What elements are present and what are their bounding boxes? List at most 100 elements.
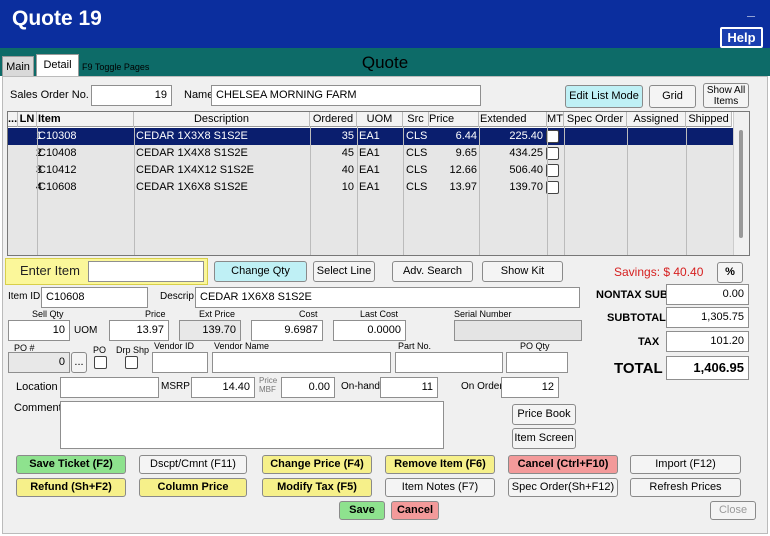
- cell-uom: EA1: [359, 147, 380, 159]
- col-header-spec-order[interactable]: Spec Order: [564, 112, 627, 127]
- cancel-ctrl-f10-button[interactable]: Cancel (Ctrl+F10): [508, 455, 618, 474]
- edit-list-mode-button[interactable]: Edit List Mode: [565, 85, 643, 108]
- grid-button[interactable]: Grid: [649, 85, 696, 108]
- comment-label: Comment: [14, 402, 62, 414]
- sell-qty-input[interactable]: 10: [8, 320, 70, 341]
- total-field: 1,406.95: [666, 356, 749, 380]
- minimize-button[interactable]: _: [744, 3, 758, 17]
- cell-ordered: 45: [341, 147, 354, 159]
- adv-search-button[interactable]: Adv. Search: [392, 261, 473, 282]
- table-row[interactable]: 4 C10608 CEDAR 1X6X8 S1S2E 10 EA1 CLS 13…: [8, 179, 733, 196]
- col-header-extended[interactable]: Extended: [479, 112, 547, 127]
- item-screen-button[interactable]: Item Screen: [512, 428, 576, 449]
- comment-textarea[interactable]: [60, 401, 444, 449]
- po-checkbox[interactable]: [94, 356, 107, 369]
- po-lookup-button[interactable]: ...: [71, 352, 87, 373]
- grid-divider: [37, 127, 38, 255]
- window-title: Quote 19: [12, 7, 102, 30]
- table-row[interactable]: 1 C10308 CEDAR 1X3X8 S1S2E 35 EA1 CLS 6.…: [8, 128, 733, 145]
- savings-amount: Savings: $ 40.40: [614, 265, 704, 279]
- refund-button[interactable]: Refund (Sh+F2): [16, 478, 126, 497]
- cancel-button[interactable]: Cancel: [391, 501, 439, 520]
- col-header-item[interactable]: Item: [37, 112, 134, 127]
- col-header-description[interactable]: Description: [134, 112, 310, 127]
- serial-number-field: [454, 320, 582, 341]
- grid-divider: [357, 127, 358, 255]
- show-kit-button[interactable]: Show Kit: [482, 261, 563, 282]
- tab-detail[interactable]: Detail: [36, 54, 79, 76]
- help-button[interactable]: Help: [720, 27, 763, 48]
- vendor-id-input[interactable]: [152, 352, 208, 373]
- customer-name-input[interactable]: CHELSEA MORNING FARM: [211, 85, 481, 106]
- col-header-src[interactable]: Src: [403, 112, 429, 127]
- col-header-ln[interactable]: LN: [18, 112, 37, 127]
- col-header-assigned[interactable]: Assigned: [627, 112, 686, 127]
- cell-price: 12.66: [449, 164, 477, 176]
- tab-main[interactable]: Main: [2, 56, 34, 76]
- refresh-prices-button[interactable]: Refresh Prices: [630, 478, 741, 497]
- grid-empty-area: [8, 196, 733, 255]
- sales-order-input[interactable]: 19: [91, 85, 172, 106]
- msrp-input[interactable]: 14.40: [191, 377, 255, 398]
- location-input[interactable]: [60, 377, 159, 398]
- remove-item-button[interactable]: Remove Item (F6): [385, 455, 495, 474]
- item-id-input[interactable]: C10608: [41, 287, 148, 308]
- grid-divider: [479, 127, 480, 255]
- vendor-name-input[interactable]: [212, 352, 391, 373]
- col-header-ordered[interactable]: Ordered: [310, 112, 357, 127]
- vendor-id-label: Vendor ID: [154, 341, 195, 351]
- modify-tax-button[interactable]: Modify Tax (F5): [262, 478, 372, 497]
- grid-divider: [627, 127, 628, 255]
- col-header-mt[interactable]: MT: [547, 112, 564, 127]
- dscpt-cmnt-button[interactable]: Dscpt/Cmnt (F11): [139, 455, 247, 474]
- descrip-label: Descrip: [160, 291, 194, 302]
- table-row[interactable]: 3 C10412 CEDAR 1X4X12 S1S2E 40 EA1 CLS 1…: [8, 162, 733, 179]
- change-qty-button[interactable]: Change Qty: [214, 261, 307, 282]
- cell-src: CLS: [406, 147, 428, 159]
- cell-uom: EA1: [359, 164, 380, 176]
- drop-ship-checkbox[interactable]: [125, 356, 138, 369]
- name-label: Name: [184, 89, 214, 101]
- po-label: PO: [93, 345, 107, 355]
- grid-divider: [310, 127, 311, 255]
- select-line-button[interactable]: Select Line: [313, 261, 375, 282]
- price-mbf-line-2: MBF: [259, 385, 276, 394]
- close-button[interactable]: Close: [710, 501, 756, 520]
- price-mbf-line-1: Price: [259, 376, 278, 385]
- price-input[interactable]: 13.97: [109, 320, 169, 341]
- show-all-items-button[interactable]: Show All Items: [703, 83, 749, 108]
- item-notes-button[interactable]: Item Notes (F7): [385, 478, 495, 497]
- cell-ordered: 40: [341, 164, 354, 176]
- last-cost-input[interactable]: 0.0000: [333, 320, 406, 341]
- enter-item-input[interactable]: [88, 261, 204, 282]
- change-price-button[interactable]: Change Price (F4): [262, 455, 372, 474]
- location-label: Location: [16, 381, 58, 393]
- save-ticket-button[interactable]: Save Ticket (F2): [16, 455, 126, 474]
- cost-input[interactable]: 9.6987: [251, 320, 323, 341]
- col-header-uom[interactable]: UOM: [357, 112, 403, 127]
- col-header-shipped[interactable]: Shipped: [686, 112, 732, 127]
- subtotal-field: 1,305.75: [666, 307, 749, 328]
- import-button[interactable]: Import (F12): [630, 455, 741, 474]
- col-header-price[interactable]: Price: [429, 112, 479, 127]
- show-all-label-2: Items: [713, 96, 739, 107]
- price-book-button[interactable]: Price Book: [512, 404, 576, 425]
- descrip-input[interactable]: CEDAR 1X6X8 S1S2E: [195, 287, 580, 308]
- spec-order-button[interactable]: Spec Order(Sh+F12): [508, 478, 618, 497]
- cell-price: 9.65: [455, 147, 477, 159]
- price-mbf-input[interactable]: 0.00: [281, 377, 335, 398]
- col-header-selector: ...: [8, 112, 18, 127]
- grid-scroll-thumb[interactable]: [739, 130, 743, 238]
- save-button[interactable]: Save: [339, 501, 385, 520]
- serial-number-label: Serial Number: [454, 309, 512, 319]
- part-no-input[interactable]: [395, 352, 503, 373]
- percent-button[interactable]: %: [717, 262, 743, 283]
- tax-label: TAX: [638, 336, 660, 348]
- section-title: Quote: [361, 53, 409, 72]
- column-price-button[interactable]: Column Price: [139, 478, 247, 497]
- po-qty-input[interactable]: [506, 352, 568, 373]
- table-row[interactable]: 2 C10408 CEDAR 1X4X8 S1S2E 45 EA1 CLS 9.…: [8, 145, 733, 162]
- cell-price: 13.97: [449, 181, 477, 193]
- toggle-pages-hint: F9 Toggle Pages: [82, 62, 150, 72]
- subtotal-label: SUBTOTAL: [607, 312, 666, 324]
